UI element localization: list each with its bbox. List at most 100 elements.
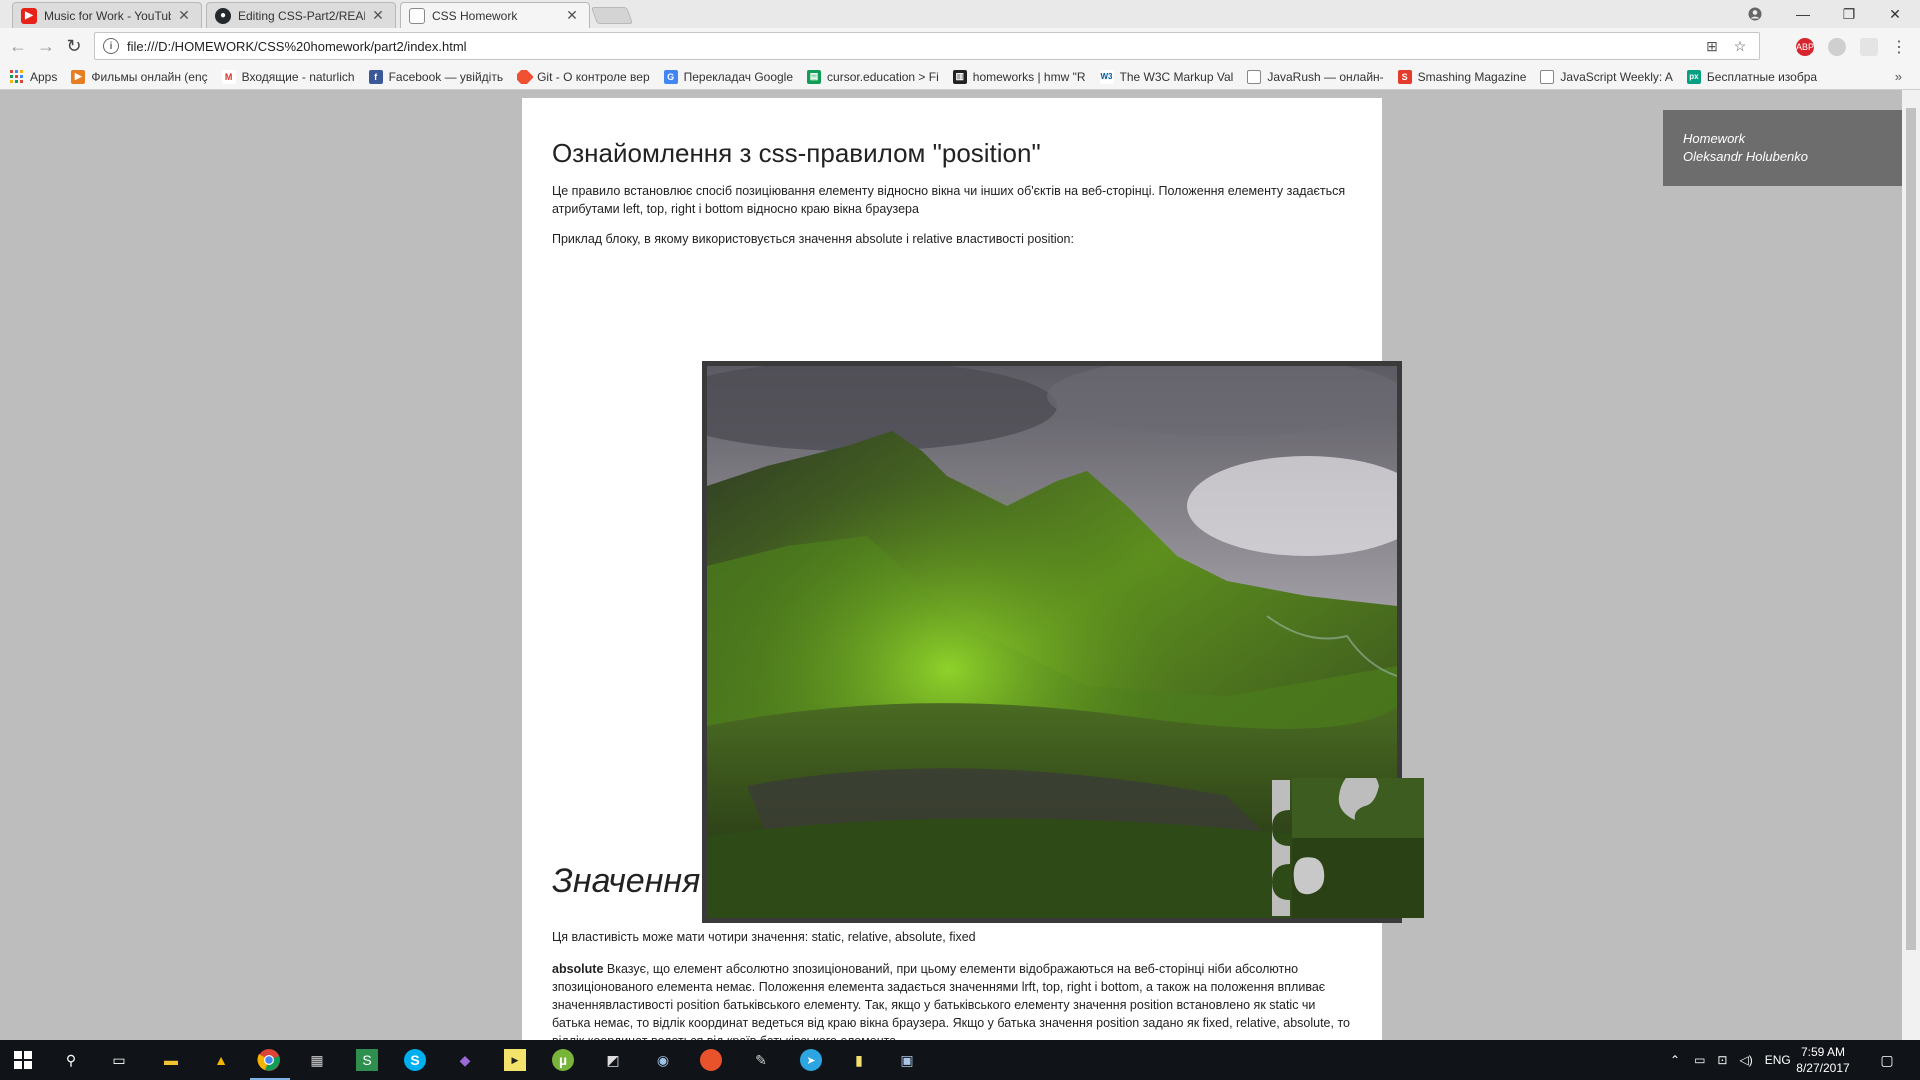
close-tab-icon[interactable]: ✕	[371, 7, 385, 24]
git-kraken-icon[interactable]: ◆	[450, 1045, 480, 1075]
close-window-icon[interactable]: ✕	[1872, 0, 1918, 28]
windows-taskbar: ⚲ ▭ ▬ ▲ ▦ S S ◆ ▶ µ ◩ ◉ ✎ ➤ ▮ ▣ ⌃ ▭ ⊡ ◁)…	[0, 1040, 1920, 1080]
pexels-icon: px	[1686, 69, 1701, 84]
bookmark-label: Входящие - naturlich	[241, 69, 355, 84]
menu-icon[interactable]: ⋮	[1890, 38, 1908, 56]
browser-toolbar: ← → ↻ i file:///D:/HOMEWORK/CSS%20homewo…	[0, 28, 1920, 64]
bookmark-star-icon[interactable]: ☆	[1731, 37, 1749, 55]
bookmark-apps[interactable]: Apps	[10, 69, 58, 84]
apps-grid-icon	[10, 69, 24, 84]
translate-icon: G	[663, 69, 678, 84]
tab-youtube[interactable]: ▶ Music for Work - YouTub ✕	[12, 2, 202, 28]
tray-expand-icon[interactable]: ⌃	[1670, 1053, 1680, 1067]
badge-author: Oleksandr Holubenko	[1683, 149, 1809, 164]
bookmark-w3c[interactable]: W3 The W3C Markup Val	[1099, 69, 1234, 84]
action-center-icon[interactable]: ▢	[1872, 1045, 1902, 1075]
trello-icon: ▥	[952, 69, 967, 84]
sticky-notes-icon[interactable]: ▮	[844, 1045, 874, 1075]
app-icon[interactable]	[696, 1045, 726, 1075]
task-view-icon[interactable]: ▭	[104, 1045, 134, 1075]
bookmark-jsweekly[interactable]: JavaScript Weekly: A	[1540, 69, 1673, 84]
clock[interactable]: 7:59 AM 8/27/2017	[1788, 1044, 1858, 1076]
screenshot-tool-icon[interactable]: ◩	[598, 1045, 628, 1075]
network-icon[interactable]: ⊡	[1717, 1053, 1727, 1067]
bookmark-label: Перекладач Google	[683, 69, 794, 84]
reload-icon[interactable]: ↻	[62, 34, 86, 58]
bookmark-label: Facebook — увійдіть	[388, 69, 504, 84]
restore-icon[interactable]: ❐	[1826, 0, 1872, 28]
film-icon: ▶	[71, 69, 86, 84]
telegram-icon[interactable]: ➤	[796, 1045, 826, 1075]
page-icon	[1247, 69, 1262, 84]
intro-paragraph: Це правило встановлює спосіб позиціюванн…	[552, 184, 1346, 216]
bookmark-label: homeworks | hmw "R	[972, 69, 1086, 84]
tab-strip: ▶ Music for Work - YouTub ✕ ● Editing CS…	[0, 0, 1920, 28]
language-indicator[interactable]: ENG	[1765, 1053, 1791, 1067]
bookmark-label: Apps	[30, 69, 58, 84]
section-heading: Значення	[552, 862, 701, 900]
tab-title: Editing CSS-Part2/READI	[238, 8, 365, 23]
close-tab-icon[interactable]: ✕	[177, 7, 191, 24]
bookmark-gmail[interactable]: M Входящие - naturlich	[221, 69, 355, 84]
profile-icon[interactable]	[1732, 0, 1778, 28]
bookmarks-bar: Apps ▶ Фильмы онлайн (enç M Входящие - n…	[0, 64, 1920, 90]
forward-icon[interactable]: →	[34, 34, 58, 58]
new-tab-button[interactable]	[590, 7, 634, 24]
absolute-paragraph: absolute Вказує, що елемент абсолютно зп…	[552, 960, 1352, 1040]
bookmark-javarush[interactable]: JavaRush — онлайн-	[1247, 69, 1384, 84]
translate-icon[interactable]: ⊞	[1703, 37, 1721, 55]
git-icon	[517, 69, 534, 84]
bookmark-label: The W3C Markup Val	[1119, 69, 1234, 84]
steam-icon[interactable]: ◉	[648, 1045, 678, 1075]
extension-icon[interactable]	[1828, 38, 1846, 56]
battery-icon[interactable]: ▭	[1694, 1053, 1705, 1067]
tab-github[interactable]: ● Editing CSS-Part2/READI ✕	[206, 2, 396, 28]
system-tray: ⌃ ▭ ⊡ ◁) ENG	[1670, 1040, 1791, 1080]
values-paragraph: Ця властивість може мати чотири значення…	[552, 930, 976, 944]
vertical-scrollbar[interactable]	[1902, 90, 1920, 1040]
bookmark-pexels[interactable]: px Бесплатные изобра	[1686, 69, 1817, 84]
bookmark-facebook[interactable]: f Facebook — увійдіть	[368, 69, 504, 84]
address-bar[interactable]: i file:///D:/HOMEWORK/CSS%20homework/par…	[94, 32, 1760, 60]
clock-date: 8/27/2017	[1796, 1061, 1850, 1075]
example-paragraph: Приклад блоку, в якому використовується …	[552, 232, 1074, 246]
bookmark-homeworks[interactable]: ▥ homeworks | hmw "R	[952, 69, 1086, 84]
bookmark-label: Smashing Magazine	[1417, 69, 1527, 84]
spreadsheet-icon[interactable]: S	[356, 1049, 378, 1071]
utorrent-icon[interactable]: µ	[548, 1045, 578, 1075]
info-icon[interactable]: i	[103, 38, 119, 54]
sublime-text-icon[interactable]: ▦	[302, 1045, 332, 1075]
page-title: Ознайомлення з css-правилом "position"	[552, 138, 1041, 168]
document-icon	[409, 7, 425, 24]
skype-icon[interactable]: S	[400, 1045, 430, 1075]
chrome-icon[interactable]	[254, 1045, 284, 1075]
bookmark-cursor[interactable]: ▤ cursor.education > Fi	[807, 69, 939, 84]
bookmark-smashing[interactable]: S Smashing Magazine	[1397, 69, 1527, 84]
url-text[interactable]: file:///D:/HOMEWORK/CSS%20homework/part2…	[127, 39, 1703, 54]
minimize-icon[interactable]: —	[1780, 0, 1826, 28]
volume-icon[interactable]: ◁)	[1739, 1053, 1752, 1067]
absolute-description: Вказує, що елемент абсолютно зпозиціонов…	[552, 962, 1350, 1040]
scrollbar-thumb[interactable]	[1906, 108, 1916, 950]
bookmark-label: JavaScript Weekly: A	[1560, 69, 1673, 84]
close-tab-icon[interactable]: ✕	[565, 7, 579, 24]
window-app-icon[interactable]: ▣	[892, 1045, 922, 1075]
more-bookmarks-icon[interactable]: »	[1895, 69, 1902, 84]
adblock-icon[interactable]: ABP	[1796, 38, 1814, 56]
back-icon[interactable]: ←	[6, 34, 30, 58]
sheet-icon: ▤	[807, 69, 822, 84]
notepad-icon[interactable]: ✎	[746, 1045, 776, 1075]
bookmark-films[interactable]: ▶ Фильмы онлайн (enç	[71, 69, 208, 84]
bookmark-label: Фильмы онлайн (enç	[91, 69, 208, 84]
extension-icon[interactable]	[1860, 38, 1878, 56]
file-explorer-icon[interactable]: ▬	[156, 1045, 186, 1075]
avast-icon[interactable]: ▲	[206, 1045, 236, 1075]
search-icon[interactable]: ⚲	[56, 1045, 86, 1075]
bookmark-git[interactable]: Git - О контроле вер	[517, 69, 650, 84]
sticky-player-icon[interactable]: ▶	[500, 1045, 530, 1075]
bookmark-label: Git - О контроле вер	[537, 69, 650, 84]
bookmark-translate[interactable]: G Перекладач Google	[663, 69, 794, 84]
windows-start-icon[interactable]	[8, 1045, 38, 1075]
badge-title: Homework	[1683, 131, 1746, 146]
tab-css-homework[interactable]: CSS Homework ✕	[400, 2, 590, 28]
